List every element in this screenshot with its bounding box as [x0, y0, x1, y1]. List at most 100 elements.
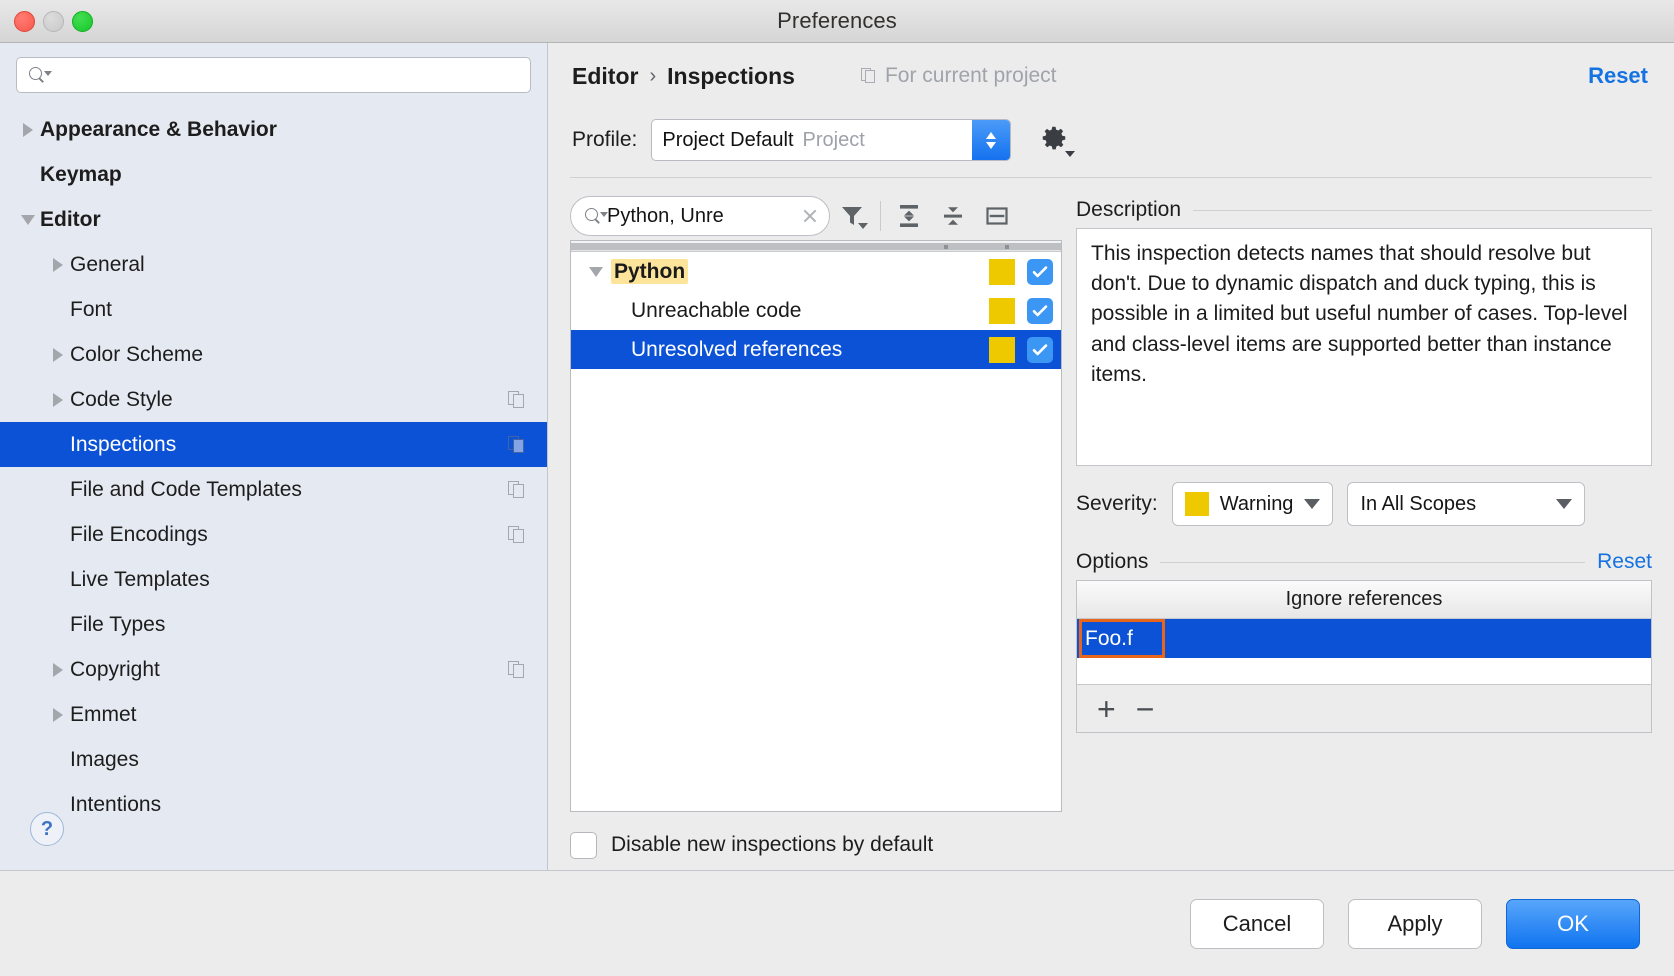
- sidebar-item-emmet[interactable]: Emmet: [0, 692, 547, 737]
- for-current-project-indicator: For current project: [861, 64, 1057, 88]
- sidebar-item-live-templates[interactable]: Live Templates: [0, 557, 547, 602]
- toolbar-divider: [880, 201, 881, 231]
- sidebar-item-label: General: [70, 253, 145, 277]
- filter-button[interactable]: [830, 196, 874, 236]
- copy-icon: [861, 68, 876, 84]
- sidebar-item-keymap[interactable]: Keymap: [0, 152, 547, 197]
- severity-color-swatch[interactable]: [989, 337, 1015, 363]
- chevron-down-icon: [1304, 499, 1320, 509]
- copy-icon: [508, 436, 525, 454]
- chevron-up-icon: [986, 132, 996, 139]
- help-button[interactable]: ?: [30, 812, 64, 846]
- collapse-all-button[interactable]: [931, 196, 975, 236]
- sidebar-search-box[interactable]: [16, 57, 531, 93]
- clear-search-icon[interactable]: [797, 203, 823, 229]
- chevron-right-icon[interactable]: [46, 258, 70, 272]
- remove-reference-button[interactable]: −: [1136, 693, 1155, 725]
- gear-icon: [1039, 123, 1069, 153]
- sidebar-item-label: Intentions: [70, 793, 161, 817]
- profile-row: Profile: Project Default Project: [548, 109, 1674, 171]
- chevron-right-icon[interactable]: [16, 123, 40, 137]
- chevron-right-icon[interactable]: [46, 663, 70, 677]
- chevron-down-icon: [600, 212, 608, 217]
- apply-button[interactable]: Apply: [1348, 899, 1482, 949]
- inspection-enabled-checkbox[interactable]: [1027, 259, 1053, 285]
- ignore-references-footer-toolbar: + −: [1077, 684, 1651, 732]
- severity-combobox[interactable]: Warning: [1172, 482, 1334, 526]
- chevron-right-icon[interactable]: [46, 348, 70, 362]
- severity-value: Warning: [1220, 493, 1294, 516]
- show-description-toggle-button[interactable]: [975, 196, 1019, 236]
- expand-all-button[interactable]: [887, 196, 931, 236]
- inspection-row-controls: [989, 298, 1053, 324]
- inspection-name: Python: [611, 260, 688, 284]
- severity-color-swatch: [1185, 492, 1209, 516]
- sidebar-item-font[interactable]: Font: [0, 287, 547, 332]
- scope-value: In All Scopes: [1360, 493, 1476, 516]
- description-section-header: Description: [1076, 192, 1652, 228]
- severity-color-swatch[interactable]: [989, 259, 1015, 285]
- maximize-window-icon[interactable]: [72, 11, 93, 32]
- inspection-detail-column: Description This inspection detects name…: [1076, 192, 1652, 870]
- disable-new-inspections-row[interactable]: Disable new inspections by default: [570, 812, 1062, 870]
- sidebar-item-appearance-behavior[interactable]: Appearance & Behavior: [0, 107, 547, 152]
- sidebar-item-color-scheme[interactable]: Color Scheme: [0, 332, 547, 377]
- profile-combobox[interactable]: Project Default Project: [651, 119, 1011, 161]
- ignore-references-column-header[interactable]: Ignore references: [1077, 581, 1651, 619]
- sidebar-item-intentions[interactable]: Intentions: [0, 782, 547, 827]
- options-reset-link[interactable]: Reset: [1597, 550, 1652, 574]
- sidebar-item-editor[interactable]: Editor: [0, 197, 547, 242]
- chevron-down-icon[interactable]: [581, 267, 611, 277]
- severity-color-swatch[interactable]: [989, 298, 1015, 324]
- disable-new-inspections-label: Disable new inspections by default: [611, 833, 933, 857]
- sidebar-search-input[interactable]: [46, 58, 522, 92]
- chevron-down-icon[interactable]: [16, 215, 40, 225]
- inspection-row[interactable]: Unreachable code: [571, 291, 1061, 330]
- inspection-enabled-checkbox[interactable]: [1027, 298, 1053, 324]
- profile-stepper[interactable]: [972, 120, 1010, 160]
- sidebar-item-code-style[interactable]: Code Style: [0, 377, 547, 422]
- inspection-enabled-checkbox[interactable]: [1027, 337, 1053, 363]
- add-reference-button[interactable]: +: [1097, 693, 1116, 725]
- chevron-down-icon: [986, 142, 996, 149]
- inspection-row[interactable]: Unresolved references: [571, 330, 1061, 369]
- breadcrumb-separator-icon: ›: [649, 65, 656, 88]
- inspection-search-box[interactable]: Python, Unre: [570, 196, 830, 236]
- inspection-filter-toolbar: Python, Unre: [570, 192, 1062, 240]
- ignore-references-empty-row[interactable]: [1077, 658, 1651, 684]
- sidebar-item-label: File Encodings: [70, 523, 208, 547]
- sidebar-item-general[interactable]: General: [0, 242, 547, 287]
- scope-combobox[interactable]: In All Scopes: [1347, 482, 1585, 526]
- breadcrumb-root[interactable]: Editor: [572, 63, 638, 90]
- disable-new-inspections-checkbox[interactable]: [570, 832, 597, 859]
- window-title: Preferences: [777, 8, 897, 34]
- chevron-right-icon[interactable]: [46, 708, 70, 722]
- inspection-rows: Python Unreachable codeUnresolved referen…: [571, 252, 1061, 811]
- sidebar-item-images[interactable]: Images: [0, 737, 547, 782]
- chevron-right-icon[interactable]: [46, 393, 70, 407]
- ok-button[interactable]: OK: [1506, 899, 1640, 949]
- sidebar-item-label: Code Style: [70, 388, 173, 412]
- cancel-button[interactable]: Cancel: [1190, 899, 1324, 949]
- ignore-reference-row[interactable]: Foo.f: [1077, 619, 1651, 658]
- close-window-icon[interactable]: [14, 11, 35, 32]
- content-columns: Python, Unre: [570, 178, 1652, 870]
- window-body: Appearance & BehaviorKeymapEditorGeneral…: [0, 43, 1674, 870]
- minimize-window-icon[interactable]: [43, 11, 64, 32]
- sidebar-item-copyright[interactable]: Copyright: [0, 647, 547, 692]
- sidebar-item-file-and-code-templates[interactable]: File and Code Templates: [0, 467, 547, 512]
- panel-toggle-icon: [983, 202, 1011, 230]
- copy-icon: [508, 391, 525, 409]
- severity-row: Severity: Warning In All Scopes: [1076, 466, 1652, 542]
- scroll-thumb[interactable]: [571, 243, 1061, 250]
- inspection-row[interactable]: Python: [571, 252, 1061, 291]
- sidebar-item-label: Copyright: [70, 658, 160, 682]
- inspection-tree-column-header[interactable]: [571, 241, 1061, 252]
- sidebar-item-label: File Types: [70, 613, 165, 637]
- inspection-search-value: Python, Unre: [607, 205, 797, 228]
- sidebar-item-file-encodings[interactable]: File Encodings: [0, 512, 547, 557]
- reset-link[interactable]: Reset: [1588, 63, 1648, 89]
- sidebar-item-inspections[interactable]: Inspections: [0, 422, 547, 467]
- sidebar-item-file-types[interactable]: File Types: [0, 602, 547, 647]
- profile-settings-gear-button[interactable]: [1039, 123, 1073, 157]
